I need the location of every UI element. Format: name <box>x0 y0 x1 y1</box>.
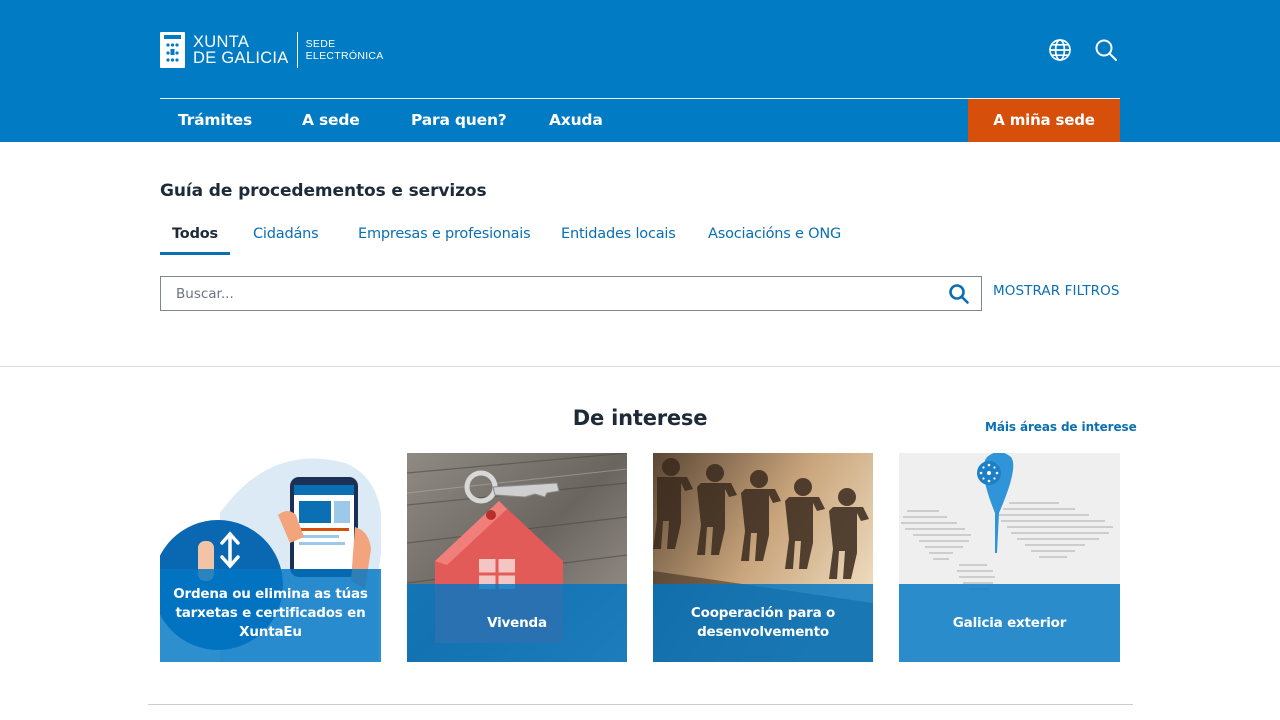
search-box <box>160 276 982 311</box>
search-button[interactable] <box>948 283 970 305</box>
logo-divider <box>296 32 298 68</box>
nav-item-tramites[interactable]: Trámites <box>178 99 252 142</box>
guide-title: Guía de procedementos e servizos <box>160 181 487 201</box>
tab-entidades-locais[interactable]: Entidades locais <box>561 222 676 255</box>
my-sede-button[interactable]: A miña sede <box>968 99 1120 142</box>
card-label: Cooperación para o desenvolvemento <box>690 605 836 640</box>
logo-line-2: DE GALICIA <box>193 49 289 67</box>
globe-icon[interactable] <box>1048 38 1072 62</box>
coat-of-arms-icon <box>160 32 185 68</box>
search-icon[interactable] <box>1094 38 1118 62</box>
audience-tabs: Todos Cidadáns Empresas e profesionais E… <box>160 222 880 256</box>
card-galicia-exterior[interactable]: Galicia exterior <box>899 453 1120 662</box>
search-icon <box>949 284 969 304</box>
tab-todos[interactable]: Todos <box>160 222 230 255</box>
logo-wordmark: XUNTA DE GALICIA <box>193 33 289 67</box>
nav-item-para-quen[interactable]: Para quen? <box>411 99 507 142</box>
more-areas-link[interactable]: Máis áreas de interese <box>985 420 1137 434</box>
logo-sub-line-1: SEDE <box>305 38 336 50</box>
card-label: Galicia exterior <box>952 614 1067 631</box>
nav-item-a-sede[interactable]: A sede <box>302 99 360 142</box>
main-nav: Trámites A sede Para quen? Axuda A miña … <box>160 99 1120 142</box>
tab-cidadans[interactable]: Cidadáns <box>253 222 319 255</box>
nav-item-axuda[interactable]: Axuda <box>549 99 603 142</box>
tab-empresas-profesionais[interactable]: Empresas e profesionais <box>358 222 531 255</box>
card-cooperacion[interactable]: Cooperación para o desenvolvemento <box>653 453 873 662</box>
logo-line-1: XUNTA <box>193 33 250 51</box>
card-xuntaeu[interactable]: Ordena ou elimina as túas tarxetas e cer… <box>160 453 381 662</box>
card-label: Ordena ou elimina as túas tarxetas e cer… <box>173 585 368 640</box>
tab-asociacions-ong[interactable]: Asociacións e ONG <box>708 222 841 255</box>
logo-sub-line-2: ELECTRÓNICA <box>305 50 384 62</box>
logo-subtitle: SEDE ELECTRÓNICA <box>306 38 384 62</box>
site-header: XUNTA DE GALICIA SEDE ELECTRÓNICA Trámit… <box>0 0 1280 142</box>
card-vivenda[interactable]: Vivenda <box>407 453 627 662</box>
card-label: Vivenda <box>487 614 547 631</box>
bottom-divider <box>148 704 1133 705</box>
show-filters-link[interactable]: MOSTRAR FILTROS <box>993 283 1120 299</box>
xunta-logo[interactable]: XUNTA DE GALICIA SEDE ELECTRÓNICA <box>160 31 384 69</box>
search-input[interactable] <box>161 277 931 310</box>
section-divider <box>0 366 1280 367</box>
